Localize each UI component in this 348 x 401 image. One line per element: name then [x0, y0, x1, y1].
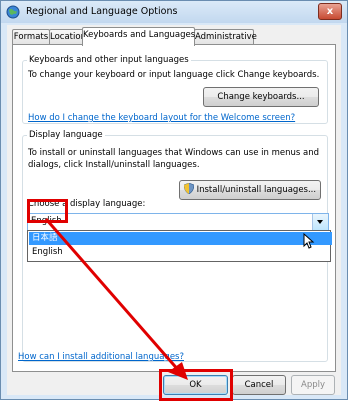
display-language-dropdown-list: 日本語 English — [27, 230, 332, 262]
globe-icon — [6, 5, 20, 19]
install-uninstall-languages-button[interactable]: Install/uninstall languages... — [179, 180, 321, 200]
title-bar[interactable]: Regional and Language Options x — [1, 1, 347, 23]
dropdown-option-english[interactable]: English — [29, 246, 332, 259]
tab-administrative[interactable]: Administrative — [194, 29, 257, 45]
keyboard-layout-help-link[interactable]: How do I change the keyboard layout for … — [28, 113, 295, 123]
mouse-cursor-icon — [303, 233, 315, 249]
close-button[interactable]: x — [318, 3, 342, 20]
chevron-down-icon[interactable] — [312, 214, 328, 230]
dropdown-option-japanese[interactable]: 日本語 — [29, 232, 332, 245]
display-language-description: To install or uninstall languages that W… — [28, 148, 319, 170]
tab-formats[interactable]: Formats — [12, 29, 50, 45]
apply-button[interactable]: Apply — [291, 375, 335, 395]
keyboards-description: To change your keyboard or input languag… — [28, 70, 320, 80]
display-language-group-title: Display language — [27, 130, 105, 140]
uac-shield-icon — [183, 182, 195, 195]
install-additional-languages-link[interactable]: How can I install additional languages? — [18, 352, 184, 362]
window-title: Regional and Language Options — [26, 6, 178, 17]
tab-keyboards-and-languages[interactable]: Keyboards and Languages — [82, 27, 195, 46]
change-keyboards-button[interactable]: Change keyboards... — [203, 87, 319, 107]
cancel-button[interactable]: Cancel — [232, 375, 286, 395]
keyboards-group-title: Keyboards and other input languages — [27, 55, 191, 65]
highlight-japanese-option — [27, 199, 68, 223]
tab-location[interactable]: Location — [49, 29, 86, 45]
install-uninstall-languages-label: Install/uninstall languages... — [196, 185, 317, 195]
highlight-ok-button — [159, 369, 233, 401]
display-language-select[interactable]: English — [27, 213, 329, 231]
